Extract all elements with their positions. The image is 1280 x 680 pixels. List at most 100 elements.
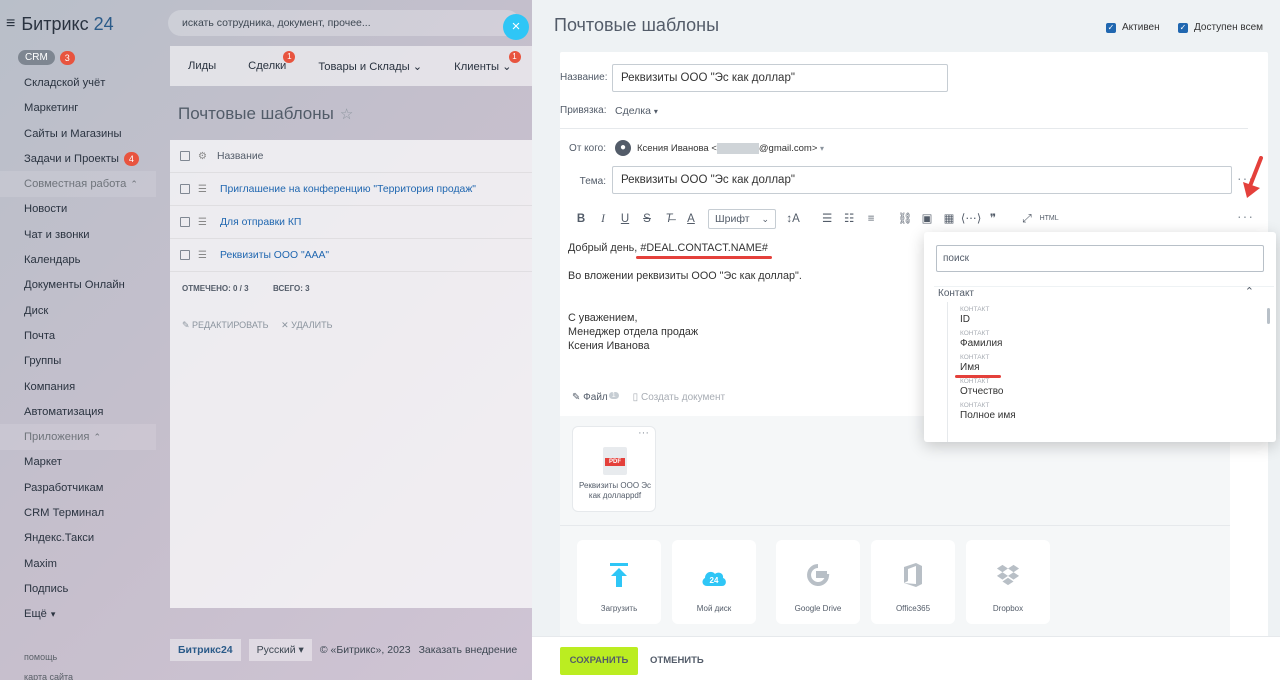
text-color-icon[interactable]: A [680, 208, 702, 230]
field-option[interactable]: КОНТАКТ Отчество [960, 378, 1003, 398]
field-option[interactable]: КОНТАКТ ID [960, 306, 989, 326]
row-menu-icon[interactable]: ☰ [198, 184, 208, 195]
table-row[interactable]: ☰ Реквизиты ООО "ААА" [170, 239, 532, 272]
file-tab[interactable]: ✎ Файл 1 [572, 392, 619, 403]
menu-item[interactable]: Документы Онлайн [0, 273, 156, 298]
chevron-up-icon[interactable]: ⌃ [1245, 285, 1254, 298]
align-icon[interactable]: ≡ [860, 208, 882, 230]
burger-menu-icon[interactable]: ≡ [6, 15, 15, 33]
image-icon[interactable]: ▣ [916, 208, 938, 230]
table-row[interactable]: ☰ Приглашение на конференцию "Территория … [170, 173, 532, 206]
logo[interactable]: ≡ Битрикс 24 [6, 12, 114, 36]
menu-item[interactable]: Календарь [0, 247, 156, 272]
create-document-tab[interactable]: ▯ Создать документ [633, 392, 725, 403]
menu-item[interactable]: Приложения ⌃ [0, 424, 156, 450]
menu-item[interactable]: Сайты и Магазины [0, 121, 156, 146]
language-select[interactable]: Русский ▾ [248, 639, 312, 661]
save-button[interactable]: СОХРАНИТЬ [560, 647, 638, 675]
menu-item[interactable]: Яндекс.Такси [0, 526, 156, 551]
crm-tab[interactable]: Товары и Склады ⌄ [318, 60, 422, 73]
close-slider-button[interactable]: × [503, 14, 529, 40]
menu-item[interactable]: CRM Терминал [0, 500, 156, 525]
public-checkbox[interactable]: ✓ Доступен всем [1178, 22, 1263, 33]
clear-format-icon[interactable]: T̶ [658, 208, 680, 230]
row-checkbox[interactable] [180, 184, 190, 194]
popup-scrollbar[interactable] [1267, 308, 1270, 324]
fullscreen-icon[interactable]: ⤢ [1016, 208, 1038, 230]
select-all-checkbox[interactable] [180, 151, 190, 161]
template-link[interactable]: Для отправки КП [220, 217, 301, 228]
table-icon[interactable]: ▦ [938, 208, 960, 230]
edit-action[interactable]: ✎ РЕДАКТИРОВАТЬ [182, 320, 269, 330]
bulleted-list-icon[interactable]: ☷ [838, 208, 860, 230]
menu-item[interactable]: Maxim [0, 551, 156, 576]
row-checkbox[interactable] [180, 217, 190, 227]
star-icon[interactable]: ☆ [340, 106, 353, 123]
menu-item[interactable]: Задачи и Проекты 4 [0, 146, 156, 171]
underline-icon[interactable]: U [614, 208, 636, 230]
crm-tab[interactable]: Клиенты ⌄ 1 [454, 50, 521, 73]
menu-item[interactable]: Разработчикам [0, 475, 156, 500]
attached-file-card[interactable]: ··· PDF Реквизиты ООО Эс как долларpdf [572, 426, 656, 512]
menu-item[interactable]: Чат и звонки [0, 222, 156, 247]
order-link[interactable]: Заказать внедрение [419, 644, 518, 656]
numbered-list-icon[interactable]: ☰ [816, 208, 838, 230]
from-dropdown[interactable]: Ксения Иванова < @gmail.com> ▾ [637, 143, 824, 154]
gear-icon[interactable]: ⚙ [198, 151, 207, 162]
global-search-input[interactable]: искать сотрудника, документ, прочее... [168, 10, 520, 36]
row-checkbox[interactable] [180, 250, 190, 260]
name-input[interactable]: Реквизиты ООО "Эс как доллар" [612, 64, 948, 92]
menu-item[interactable]: Совместная работа ⌃ [0, 171, 156, 197]
row-menu-icon[interactable]: ☰ [198, 250, 208, 261]
popup-search-input[interactable]: поиск [936, 245, 1264, 272]
template-link[interactable]: Приглашение на конференцию "Территория п… [220, 184, 476, 195]
binding-dropdown[interactable]: Сделка ▾ [615, 105, 658, 117]
row-menu-icon[interactable]: ☰ [198, 217, 208, 228]
email-body[interactable]: Добрый день, #DEAL.CONTACT.NAME# Во влож… [568, 241, 802, 353]
html-mode-icon[interactable]: HTML [1038, 208, 1060, 230]
field-option[interactable]: КОНТАКТ Фамилия [960, 330, 1002, 350]
dropbox-source[interactable]: Dropbox [966, 540, 1050, 624]
google-drive-source[interactable]: Google Drive [776, 540, 860, 624]
font-size-icon[interactable]: ↕A [782, 208, 804, 230]
menu-item[interactable]: Маркетинг [0, 96, 156, 121]
menu-item[interactable]: Группы [0, 349, 156, 374]
cancel-button[interactable]: ОТМЕНИТЬ [646, 647, 708, 675]
crm-tab[interactable]: Лиды [188, 60, 216, 72]
insert-field-more-icon[interactable]: ··· [1237, 208, 1254, 224]
menu-item[interactable]: Складской учёт [0, 70, 156, 95]
link-icon[interactable]: ⛓ [894, 208, 916, 230]
template-link[interactable]: Реквизиты ООО "ААА" [220, 250, 329, 261]
italic-icon[interactable]: I [592, 208, 614, 230]
quote-icon[interactable]: ❞ [982, 208, 1004, 230]
my-drive-source[interactable]: 24 Мой диск [672, 540, 756, 624]
office365-source[interactable]: Office365 [871, 540, 955, 624]
menu-item[interactable]: Ещё ▾ [0, 602, 156, 627]
menu-item[interactable]: Маркет [0, 450, 156, 475]
table-row[interactable]: ☰ Для отправки КП [170, 206, 532, 239]
contact-section-header[interactable]: Контакт [938, 288, 974, 299]
menu-item[interactable]: Почта [0, 323, 156, 348]
crm-tab[interactable]: Сделки 1 [248, 51, 296, 72]
menu-item[interactable]: Новости [0, 197, 156, 222]
bold-icon[interactable]: B [570, 208, 592, 230]
file-more-icon[interactable]: ··· [638, 427, 649, 439]
font-select[interactable]: Шрифт ⌄ [708, 209, 777, 229]
footer-logo[interactable]: Битрикс24 [170, 639, 241, 661]
delete-action[interactable]: ✕ УДАЛИТЬ [281, 320, 332, 330]
active-checkbox[interactable]: ✓ Активен [1106, 22, 1160, 33]
menu-item-crm[interactable]: CRM 3 [0, 45, 156, 70]
menu-item[interactable]: Подпись [0, 576, 156, 601]
menu-item[interactable]: Диск [0, 298, 156, 323]
help-link[interactable]: помощь [24, 652, 57, 662]
sitemap-link[interactable]: карта сайта [24, 672, 73, 680]
field-option[interactable]: КОНТАКТ Имя [960, 354, 989, 374]
strikethrough-icon[interactable]: S [636, 208, 658, 230]
menu-item[interactable]: Автоматизация [0, 399, 156, 424]
upload-source[interactable]: Загрузить [577, 540, 661, 624]
subject-input[interactable]: Реквизиты ООО "Эс как доллар" [612, 166, 1232, 194]
field-option[interactable]: КОНТАКТ Полное имя [960, 402, 1016, 422]
menu-item[interactable]: Компания [0, 374, 156, 399]
column-name-header[interactable]: Название [217, 151, 263, 162]
code-icon[interactable]: ⟨⋯⟩ [960, 208, 982, 230]
